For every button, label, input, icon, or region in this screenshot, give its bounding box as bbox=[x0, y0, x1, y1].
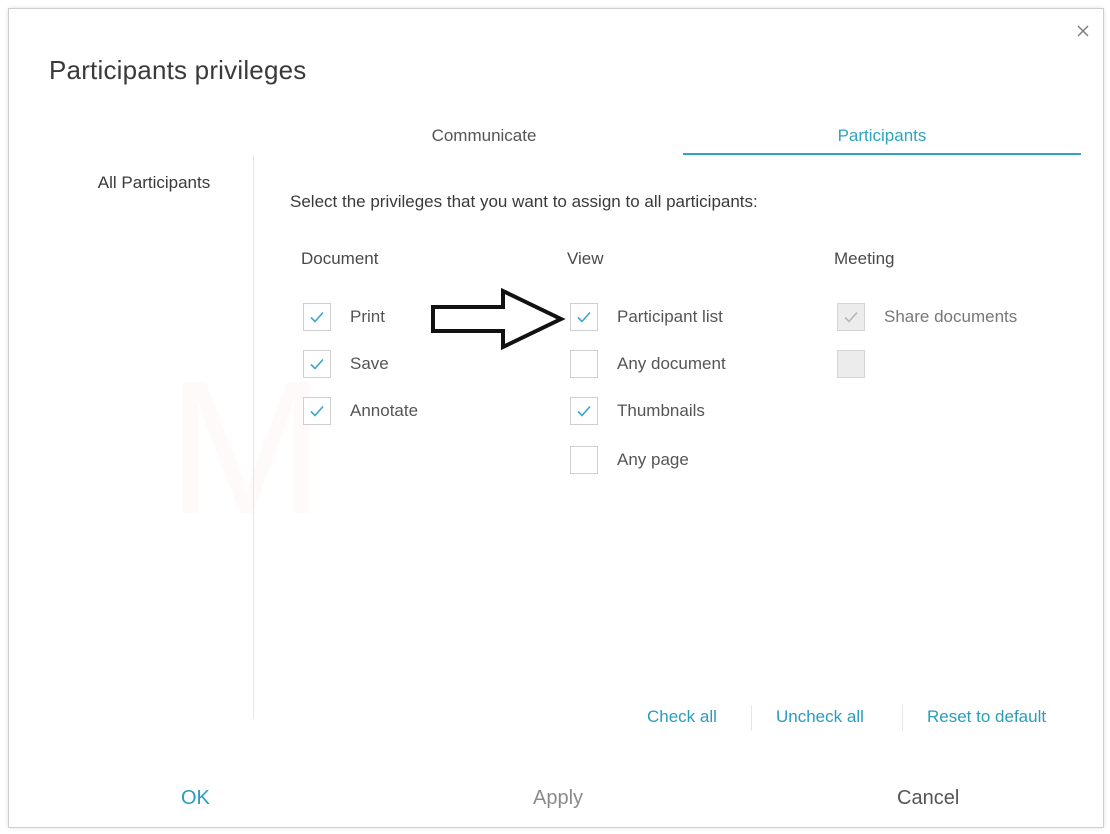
right-arrow-icon bbox=[431, 287, 566, 351]
column-heading-document: Document bbox=[301, 249, 379, 268]
reset-to-default-link[interactable]: Reset to default bbox=[927, 707, 1046, 727]
checkbox-meeting-unlabeled bbox=[837, 350, 865, 378]
checkbox-row-print[interactable]: Print bbox=[303, 303, 385, 331]
checkbox-row-annotate[interactable]: Annotate bbox=[303, 397, 418, 425]
checkbox-share-documents bbox=[837, 303, 865, 331]
checkbox-label-participant-list: Participant list bbox=[617, 307, 723, 326]
checkbox-label-save: Save bbox=[350, 354, 389, 373]
ok-button[interactable]: OK bbox=[181, 787, 210, 810]
checkbox-row-thumbnails[interactable]: Thumbnails bbox=[570, 397, 705, 425]
checkmark-icon bbox=[577, 311, 591, 323]
checkbox-participant-list[interactable] bbox=[570, 303, 598, 331]
link-separator bbox=[902, 705, 903, 731]
watermark-logo: M bbox=[167, 339, 325, 557]
column-heading-view: View bbox=[567, 249, 604, 268]
checkmark-icon bbox=[310, 405, 324, 417]
checkbox-row-meeting-unlabeled bbox=[837, 350, 865, 378]
checkbox-any-document[interactable] bbox=[570, 350, 598, 378]
checkbox-label-any-document: Any document bbox=[617, 354, 726, 373]
checkbox-row-participant-list[interactable]: Participant list bbox=[570, 303, 723, 331]
checkbox-label-share-documents: Share documents bbox=[884, 307, 1018, 326]
checkbox-row-any-page[interactable]: Any page bbox=[570, 446, 689, 474]
participants-privileges-dialog: Participants privileges M Communicate Pa… bbox=[8, 8, 1104, 828]
checkbox-row-save[interactable]: Save bbox=[303, 350, 389, 378]
check-all-link[interactable]: Check all bbox=[647, 707, 717, 727]
checkbox-thumbnails[interactable] bbox=[570, 397, 598, 425]
instruction-text: Select the privileges that you want to a… bbox=[290, 192, 758, 211]
checkbox-row-share-documents: Share documents bbox=[837, 303, 1017, 331]
close-icon bbox=[1077, 25, 1089, 37]
checkmark-icon bbox=[844, 311, 858, 323]
checkbox-any-page[interactable] bbox=[570, 446, 598, 474]
checkbox-label-any-page: Any page bbox=[617, 450, 689, 469]
cancel-button[interactable]: Cancel bbox=[897, 787, 959, 810]
checkbox-label-thumbnails: Thumbnails bbox=[617, 401, 705, 420]
column-heading-meeting: Meeting bbox=[834, 249, 895, 268]
checkbox-row-any-document[interactable]: Any document bbox=[570, 350, 726, 378]
sidebar-item-all-participants[interactable]: All Participants bbox=[69, 173, 239, 193]
checkmark-icon bbox=[310, 311, 324, 323]
checkbox-print[interactable] bbox=[303, 303, 331, 331]
checkmark-icon bbox=[310, 358, 324, 370]
link-separator bbox=[751, 705, 752, 731]
uncheck-all-link[interactable]: Uncheck all bbox=[776, 707, 864, 727]
close-button[interactable] bbox=[1073, 21, 1093, 41]
checkmark-icon bbox=[577, 405, 591, 417]
tab-bar: Communicate Participants bbox=[285, 121, 1081, 155]
sidebar-divider bbox=[253, 155, 254, 719]
apply-button[interactable]: Apply bbox=[533, 787, 583, 810]
tab-participants[interactable]: Participants bbox=[683, 121, 1081, 155]
checkbox-label-print: Print bbox=[350, 307, 385, 326]
dialog-title: Participants privileges bbox=[49, 55, 307, 85]
checkbox-label-annotate: Annotate bbox=[350, 401, 419, 420]
checkbox-save[interactable] bbox=[303, 350, 331, 378]
tab-communicate[interactable]: Communicate bbox=[285, 121, 683, 155]
checkbox-annotate[interactable] bbox=[303, 397, 331, 425]
